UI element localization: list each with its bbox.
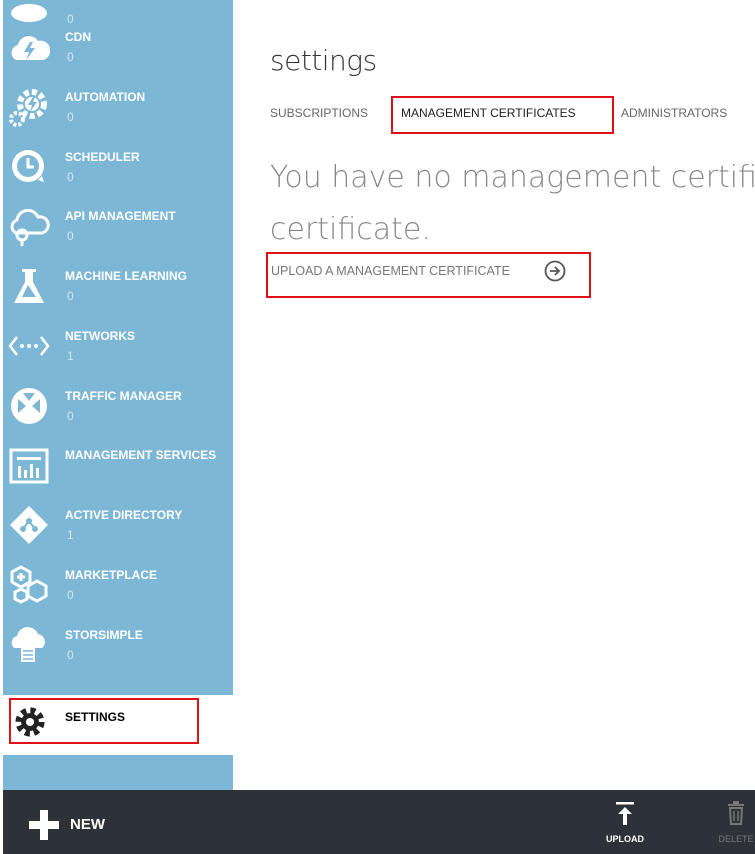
sidebar-item-count: 0: [67, 648, 74, 662]
new-button[interactable]: NEW: [25, 806, 135, 840]
storsimple-cloud-icon: [8, 624, 50, 666]
new-button-label: NEW: [70, 816, 105, 833]
trash-icon: [725, 800, 747, 826]
delete-button-label: DELETE: [718, 834, 754, 844]
scheduler-clock-icon: [8, 146, 50, 188]
sidebar-item-cdn[interactable]: CDN 0: [3, 20, 233, 79]
upload-certificate-link[interactable]: UPLOAD A MANAGEMENT CERTIFICATE: [266, 252, 591, 298]
plus-icon: [29, 810, 59, 840]
partial-item-icon: [8, 0, 50, 22]
sidebar-item-automation[interactable]: AUTOMATION 0: [3, 80, 233, 139]
sidebar-item-count: 0: [67, 50, 74, 64]
command-bar: NEW UPLOAD DELETE: [3, 790, 755, 854]
sidebar-item-label: MARKETPLACE: [65, 568, 157, 582]
main-content: settings SUBSCRIPTIONS MANAGEMENT CERTIF…: [233, 0, 755, 790]
cdn-cloud-icon: [8, 26, 50, 68]
sidebar-item-label: STORSIMPLE: [65, 628, 143, 642]
flask-icon: [8, 265, 50, 307]
sidebar-item-traffic-manager[interactable]: TRAFFIC MANAGER 0: [3, 379, 233, 438]
sidebar-item-count: 0: [67, 170, 74, 184]
upload-arrow-icon: [614, 800, 636, 826]
sidebar-item-count: 0: [67, 229, 74, 243]
empty-state-line1: You have no management certifica: [270, 160, 755, 195]
tab-management-certificates[interactable]: MANAGEMENT CERTIFICATES: [401, 106, 576, 120]
sidebar-item-count: 0: [67, 409, 74, 423]
arrow-right-circle-icon: [544, 260, 566, 282]
sidebar-item-label: AUTOMATION: [65, 90, 146, 104]
sidebar-item-api-management[interactable]: API MANAGEMENT 0: [3, 199, 233, 258]
sidebar-item-scheduler[interactable]: SCHEDULER 0: [3, 140, 233, 199]
management-services-icon: [8, 444, 50, 486]
diamond-directory-icon: [8, 504, 50, 546]
sidebar-item-label: NETWORKS: [65, 329, 135, 343]
sidebar-item-label: ACTIVE DIRECTORY: [65, 508, 183, 522]
sidebar-item-machine-learning[interactable]: MACHINE LEARNING 0: [3, 259, 233, 318]
sidebar-item-storsimple[interactable]: STORSIMPLE 0: [3, 618, 233, 677]
sidebar-item-label: SETTINGS: [65, 710, 126, 724]
portal-window: 0 CDN 0 AUTOMATION 0 SCHEDULER 0 API MAN…: [3, 0, 755, 854]
sidebar-item-count: 0: [67, 289, 74, 303]
upload-button[interactable]: UPLOAD: [600, 798, 650, 850]
sidebar-item-label: SCHEDULER: [65, 150, 140, 164]
tab-subscriptions[interactable]: SUBSCRIPTIONS: [270, 106, 368, 120]
sidebar-item-count: 1: [67, 528, 74, 542]
sidebar-item-management-services[interactable]: MANAGEMENT SERVICES: [3, 438, 233, 497]
sidebar-item-active-directory[interactable]: ACTIVE DIRECTORY 1: [3, 498, 233, 557]
sidebar-item-label: TRAFFIC MANAGER: [65, 389, 182, 403]
sidebar-item-count: 1: [67, 349, 74, 363]
sidebar-item-partial[interactable]: 0: [3, 0, 233, 26]
sidebar-item-settings[interactable]: SETTINGS: [3, 695, 233, 755]
empty-state-message: You have no management certifica certifi…: [270, 152, 755, 256]
upload-button-label: UPLOAD: [606, 834, 644, 844]
sidebar-item-marketplace[interactable]: MARKETPLACE 0: [3, 558, 233, 617]
traffic-arrows-icon: [8, 385, 50, 427]
automation-gears-icon: [8, 86, 50, 128]
api-cloud-icon: [8, 205, 50, 247]
sidebar-item-count: 0: [67, 588, 74, 602]
sidebar-item-networks[interactable]: NETWORKS 1: [3, 319, 233, 378]
hexagons-icon: [8, 564, 50, 606]
delete-button[interactable]: DELETE: [711, 798, 755, 850]
page-title: settings: [270, 44, 377, 77]
sidebar-item-label: CDN: [65, 30, 91, 44]
tab-administrators[interactable]: ADMINISTRATORS: [621, 106, 727, 120]
empty-state-line2: certificate.: [270, 212, 431, 247]
network-brackets-icon: [8, 325, 50, 367]
gear-icon: [13, 705, 47, 739]
upload-link-text: UPLOAD A MANAGEMENT CERTIFICATE: [271, 264, 510, 278]
sidebar-item-label: MANAGEMENT SERVICES: [65, 448, 217, 462]
sidebar: 0 CDN 0 AUTOMATION 0 SCHEDULER 0 API MAN…: [3, 0, 233, 790]
sidebar-item-label: MACHINE LEARNING: [65, 269, 187, 283]
sidebar-item-count: 0: [67, 110, 74, 124]
sidebar-item-label: API MANAGEMENT: [65, 209, 176, 223]
